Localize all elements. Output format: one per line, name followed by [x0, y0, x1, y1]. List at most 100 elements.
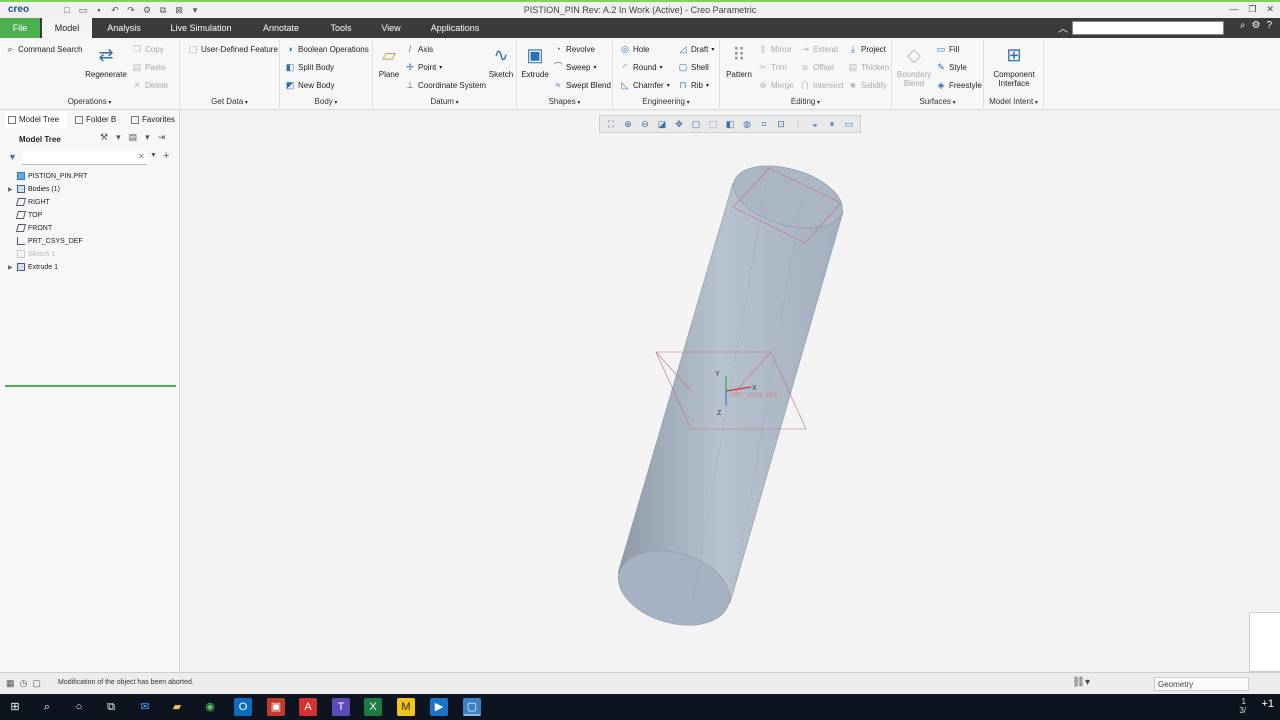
- zoom-in-icon[interactable]: ⊕: [621, 117, 635, 131]
- tree-collapse-icon[interactable]: ⇥: [158, 132, 166, 143]
- component-interface-button[interactable]: ⊞ Component Interface: [988, 44, 1040, 88]
- group-title-datum[interactable]: Datum: [373, 97, 516, 106]
- expand-icon[interactable]: ▶: [8, 264, 14, 271]
- revolve-button[interactable]: ◔ Revolve: [553, 44, 595, 54]
- minimize-icon[interactable]: —: [1229, 4, 1238, 15]
- pattern-button[interactable]: ⠿ Pattern: [724, 44, 754, 79]
- perspective-icon[interactable]: ◍: [740, 117, 754, 131]
- acrobat-icon[interactable]: A: [299, 698, 317, 716]
- merge-button[interactable]: ⊕ Merge: [758, 80, 793, 90]
- excel-icon[interactable]: X: [364, 698, 382, 716]
- chamfer-button[interactable]: ◺ Chamfer ▾: [620, 80, 670, 90]
- tab-annotate[interactable]: Annotate: [254, 18, 308, 38]
- notification-badge[interactable]: +1: [1261, 698, 1274, 710]
- more-graphics-icon[interactable]: ▭: [842, 117, 856, 131]
- regenerate-button[interactable]: ⇄ Regenerate: [84, 44, 128, 79]
- solidify-button[interactable]: ■ Solidify: [848, 80, 887, 90]
- restore-icon[interactable]: ❐: [1248, 4, 1256, 15]
- style-button[interactable]: ✎ Style: [936, 62, 967, 72]
- group-title-model-intent[interactable]: Model Intent: [984, 97, 1043, 106]
- browser-toggle-icon[interactable]: ◷: [20, 678, 28, 689]
- datum-display-icon[interactable]: ⌗: [757, 117, 771, 131]
- filter-icon[interactable]: ▼: [8, 152, 17, 162]
- tab-live-simulation[interactable]: Live Simulation: [160, 18, 242, 38]
- search-icon[interactable]: ⌕: [1240, 20, 1246, 31]
- new-file-icon[interactable]: □: [62, 5, 72, 15]
- trim-button[interactable]: ✂ Trim: [758, 62, 786, 72]
- clear-filter-icon[interactable]: ✕: [138, 152, 145, 161]
- tab-analysis[interactable]: Analysis: [100, 18, 148, 38]
- boolean-operations-button[interactable]: ◑ Boolean Operations: [285, 44, 368, 54]
- plane-button[interactable]: ▱ Plane: [375, 44, 403, 79]
- tree-settings-dropdown-icon[interactable]: ▾: [116, 132, 121, 143]
- display-style-icon[interactable]: ◧: [723, 117, 737, 131]
- graphics-window[interactable]: Y Z X PRT_CSYS_DEF ⛶ ⊕ ⊖ ◪ ✥ ▢ ⬚ ◧ ◍ ⌗ ⊡…: [181, 111, 1280, 672]
- sketch-button[interactable]: ∿ Sketch: [487, 44, 515, 79]
- shell-button[interactable]: ▢ Shell: [678, 62, 709, 72]
- tree-node-top[interactable]: TOP: [8, 211, 42, 219]
- freestyle-button[interactable]: ◈ Freestyle: [936, 80, 982, 90]
- command-search-button[interactable]: ⌕ Command Search: [5, 44, 82, 54]
- system-clock[interactable]: 1 3/: [1239, 697, 1246, 715]
- tree-filter-input[interactable]: [22, 151, 147, 165]
- tree-node-csys[interactable]: PRT_CSYS_DEF: [8, 237, 83, 245]
- outlook-icon[interactable]: O: [234, 698, 252, 716]
- start-icon[interactable]: ⊞: [6, 698, 24, 716]
- point-dropdown-icon[interactable]: ▾: [439, 64, 442, 71]
- tree-node-part[interactable]: PISTION_PIN.PRT: [8, 172, 87, 180]
- open-file-icon[interactable]: ▭: [78, 5, 88, 15]
- teams-icon[interactable]: T: [332, 698, 350, 716]
- round-button[interactable]: ◜ Round ▾: [620, 62, 662, 72]
- collapse-ribbon-icon[interactable]: ︿: [1058, 20, 1068, 35]
- group-title-shapes[interactable]: Shapes: [517, 97, 612, 106]
- chamfer-dropdown-icon[interactable]: ▾: [667, 82, 670, 89]
- intersect-button[interactable]: ⋂ Intersect: [800, 80, 843, 90]
- sweep-button[interactable]: ⌒ Sweep ▾: [553, 62, 596, 72]
- tab-tools[interactable]: Tools: [322, 18, 360, 38]
- full-screen-icon[interactable]: ▢: [32, 678, 41, 689]
- cortana-icon[interactable]: ○: [70, 698, 88, 716]
- thicken-button[interactable]: ▤ Thicken: [848, 62, 889, 72]
- filter-dropdown-icon[interactable]: ▼: [150, 152, 157, 159]
- redo-icon[interactable]: ↷: [126, 5, 136, 15]
- tree-node-extrude[interactable]: ▶ Extrude 1: [8, 263, 58, 271]
- search-input[interactable]: [1072, 21, 1224, 35]
- help-icon[interactable]: ?: [1266, 20, 1272, 31]
- selection-filter-select[interactable]: Geometry: [1154, 677, 1249, 691]
- group-title-body[interactable]: Body: [280, 97, 372, 106]
- hole-button[interactable]: ◎ Hole: [620, 44, 649, 54]
- view-manager-icon[interactable]: ▢: [689, 117, 703, 131]
- draft-button[interactable]: ◿ Draft ▾: [678, 44, 715, 54]
- fill-button[interactable]: ▭ Fill: [936, 44, 959, 54]
- file-explorer-icon[interactable]: ▰: [168, 698, 186, 716]
- tree-node-bodies[interactable]: ▶ Bodies (1): [8, 185, 60, 193]
- right-side-panel[interactable]: [1249, 612, 1280, 672]
- zoom-out-icon[interactable]: ⊖: [638, 117, 652, 131]
- task-view-icon[interactable]: ⧉: [102, 698, 120, 716]
- sweep-dropdown-icon[interactable]: ▾: [593, 64, 596, 71]
- split-body-button[interactable]: ◧ Split Body: [285, 62, 334, 72]
- close-icon[interactable]: ✕: [1266, 4, 1274, 15]
- repaint-icon[interactable]: ◪: [655, 117, 669, 131]
- boundary-blend-button[interactable]: ◇ Boundary Blend: [896, 44, 932, 88]
- add-filter-icon[interactable]: +: [163, 150, 169, 162]
- draft-dropdown-icon[interactable]: ▾: [711, 46, 714, 53]
- project-button[interactable]: ⤓ Project: [848, 44, 886, 54]
- tree-node-sketch[interactable]: Sketch 1: [8, 250, 55, 258]
- insert-here-marker[interactable]: [5, 385, 176, 387]
- tab-model[interactable]: Model: [42, 18, 92, 38]
- close-window-icon[interactable]: ⊠: [174, 5, 184, 15]
- taskbar-search-icon[interactable]: ⌕: [38, 698, 56, 716]
- spin-center-icon[interactable]: ✥: [672, 117, 686, 131]
- cylinder-body[interactable]: [610, 155, 850, 638]
- windows-icon[interactable]: ⧉: [158, 5, 168, 15]
- group-title-engineering[interactable]: Engineering: [613, 97, 719, 106]
- media-player-icon[interactable]: ▶: [430, 698, 448, 716]
- creo-taskbar-icon[interactable]: ▢: [463, 698, 481, 716]
- miro-icon[interactable]: M: [397, 698, 415, 716]
- saved-orientations-icon[interactable]: ⬚: [706, 117, 720, 131]
- rib-button[interactable]: ⊓ Rib ▾: [678, 80, 709, 90]
- group-title-editing[interactable]: Editing: [720, 97, 891, 106]
- tab-model-tree[interactable]: Model Tree: [5, 112, 67, 128]
- paste-button[interactable]: ▤ Paste: [132, 62, 166, 72]
